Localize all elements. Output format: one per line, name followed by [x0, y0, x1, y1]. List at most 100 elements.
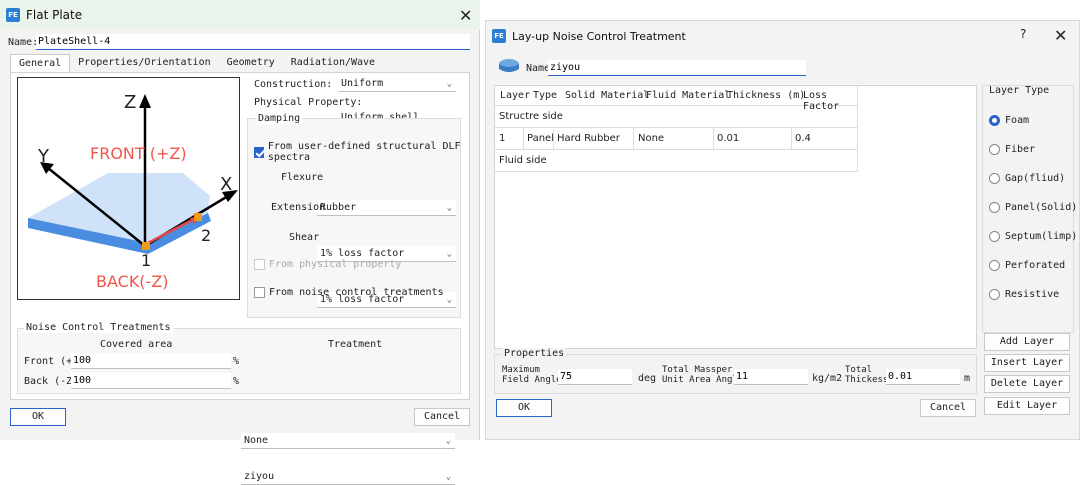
help-icon[interactable]: ?	[1020, 27, 1026, 41]
title-bar: FE Flat Plate ✕	[0, 0, 480, 30]
name-label: Name	[526, 63, 551, 74]
back-covered-input[interactable]	[71, 373, 231, 389]
app-icon: FE	[6, 8, 20, 22]
chevron-down-icon: ⌄	[446, 203, 452, 213]
title-bar: FE Lay-up Noise Control Treatment ? ✕	[486, 21, 1079, 51]
cancel-button[interactable]: Cancel	[920, 399, 976, 417]
close-icon[interactable]: ✕	[1054, 26, 1067, 45]
point-2-label: 2	[201, 226, 212, 245]
cell-layer: 1	[499, 133, 506, 144]
edit-layer-button[interactable]: Edit Layer	[984, 397, 1070, 415]
radio-button[interactable]	[989, 115, 1000, 126]
radio-foam[interactable]: Foam	[989, 115, 1029, 126]
physical-property-label: Physical Property:	[254, 97, 363, 108]
radio-panel-solid[interactable]: Panel(Solid)	[989, 202, 1077, 213]
structure-side-row[interactable]: Structre side	[495, 106, 857, 128]
radio-button[interactable]	[989, 144, 1000, 155]
total-thick-input[interactable]	[886, 369, 960, 385]
radio-perforated[interactable]: Perforated	[989, 260, 1065, 271]
radio-septum-limp[interactable]: Septum(limp)	[989, 231, 1077, 242]
max-angle-label: Maximum Field Angle	[502, 365, 562, 385]
from-physical-checkbox[interactable]	[254, 259, 265, 270]
front-covered-input[interactable]	[71, 353, 231, 369]
delete-layer-button[interactable]: Delete Layer	[984, 375, 1070, 393]
damping-title: Damping	[256, 113, 303, 124]
back-label: BACK(-Z)	[96, 272, 169, 291]
construction-label: Construction:	[254, 79, 333, 90]
from-physical-label: From physical property	[269, 259, 402, 270]
layer-stack-icon	[498, 57, 520, 75]
fluid-side-label: Fluid side	[499, 155, 547, 166]
from-noise-row[interactable]: From noise control treatments	[254, 287, 444, 298]
y-axis-label: Y	[38, 146, 49, 167]
point-1-marker	[142, 242, 150, 250]
radio-button[interactable]	[989, 202, 1000, 213]
mass-unit: kg/m2	[812, 373, 843, 384]
radio-resistive[interactable]: Resistive	[989, 289, 1059, 300]
radio-button[interactable]	[989, 231, 1000, 242]
flat-plate-dialog: FE Flat Plate ✕ Name: General Properties…	[0, 0, 480, 485]
back-treatment-select[interactable]: ziyou ⌄	[241, 469, 455, 485]
col-thickness: Thickness (m)	[727, 90, 806, 101]
chevron-down-icon: ⌄	[445, 472, 451, 482]
shear-label: Shear	[289, 232, 320, 243]
cell-loss: 0.4	[795, 133, 811, 144]
max-angle-input[interactable]	[558, 369, 632, 385]
properties-title: Properties	[502, 348, 567, 359]
dlf-checkbox-row[interactable]: From user-defined structural DLF spectra	[254, 141, 479, 163]
col-solid-material: Solid Material	[565, 90, 650, 101]
dlf-checkbox-label: From user-defined structural DLF spectra	[267, 141, 461, 163]
tab-properties-orientation[interactable]: Properties/Orientation	[70, 54, 218, 72]
from-physical-row[interactable]: From physical property	[254, 259, 401, 270]
ok-button[interactable]: OK	[496, 399, 552, 417]
flexure-select[interactable]: Rubber ⌄	[317, 200, 456, 216]
cancel-button[interactable]: Cancel	[414, 408, 470, 426]
name-input[interactable]	[36, 34, 470, 50]
radio-button[interactable]	[989, 173, 1000, 184]
radio-fiber[interactable]: Fiber	[989, 144, 1035, 155]
insert-layer-button[interactable]: Insert Layer	[984, 354, 1070, 372]
total-mass-label: Total Massper Unit Area Angle	[662, 365, 744, 385]
dlf-checkbox[interactable]	[254, 146, 264, 158]
window-title: Lay-up Noise Control Treatment	[512, 29, 686, 43]
front-treatment-select[interactable]: None ⌄	[241, 433, 455, 449]
nct-covered-header: Covered area	[100, 339, 173, 350]
z-axis-label: Z	[124, 92, 137, 113]
window-title: Flat Plate	[26, 8, 83, 22]
table-header: Layer Type Solid Material Fluid Material…	[495, 86, 857, 112]
total-thick-label: Total Thickess	[845, 365, 889, 385]
add-layer-button[interactable]: Add Layer	[984, 333, 1070, 351]
structure-side-label: Structre side	[499, 111, 563, 122]
from-noise-label: From noise control treatments	[269, 287, 444, 298]
thick-unit: m	[964, 373, 971, 384]
nct-title: Noise Control Treatments	[24, 322, 173, 333]
radio-gap-fluid[interactable]: Gap(fliud)	[989, 173, 1065, 184]
layup-dialog: FE Lay-up Noise Control Treatment ? ✕ Na…	[485, 20, 1080, 440]
point-2-marker	[194, 213, 202, 221]
total-mass-input[interactable]	[734, 369, 808, 385]
name-label: Name:	[8, 37, 39, 48]
tab-general[interactable]: General	[10, 54, 71, 72]
tab-geometry[interactable]: Geometry	[219, 54, 283, 72]
extension-label: Extension	[271, 202, 326, 213]
construction-select[interactable]: Uniform ⌄	[338, 76, 456, 92]
percent-label: %	[233, 376, 240, 387]
table-row[interactable]: 1 Panel Hard Rubber None 0.01 0.4	[495, 128, 857, 150]
close-icon[interactable]: ✕	[459, 6, 472, 25]
fluid-side-row[interactable]: Fluid side	[495, 150, 857, 172]
chevron-down-icon: ⌄	[446, 295, 452, 305]
chevron-down-icon: ⌄	[446, 79, 452, 89]
radio-button[interactable]	[989, 260, 1000, 271]
col-fluid-material: Fluid Material	[646, 90, 731, 101]
point-1-label: 1	[141, 251, 152, 270]
app-icon: FE	[492, 29, 506, 43]
from-noise-checkbox[interactable]	[254, 287, 265, 298]
cell-type: Panel	[527, 133, 554, 144]
ok-button[interactable]: OK	[10, 408, 66, 426]
cell-thickness: 0.01	[717, 133, 740, 144]
radio-button[interactable]	[989, 289, 1000, 300]
layer-table: Layer Type Solid Material Fluid Material…	[494, 85, 977, 349]
layer-type-title: Layer Type	[989, 85, 1050, 96]
name-input[interactable]	[548, 60, 806, 76]
tab-radiation-wave[interactable]: Radiation/Wave	[283, 54, 383, 72]
